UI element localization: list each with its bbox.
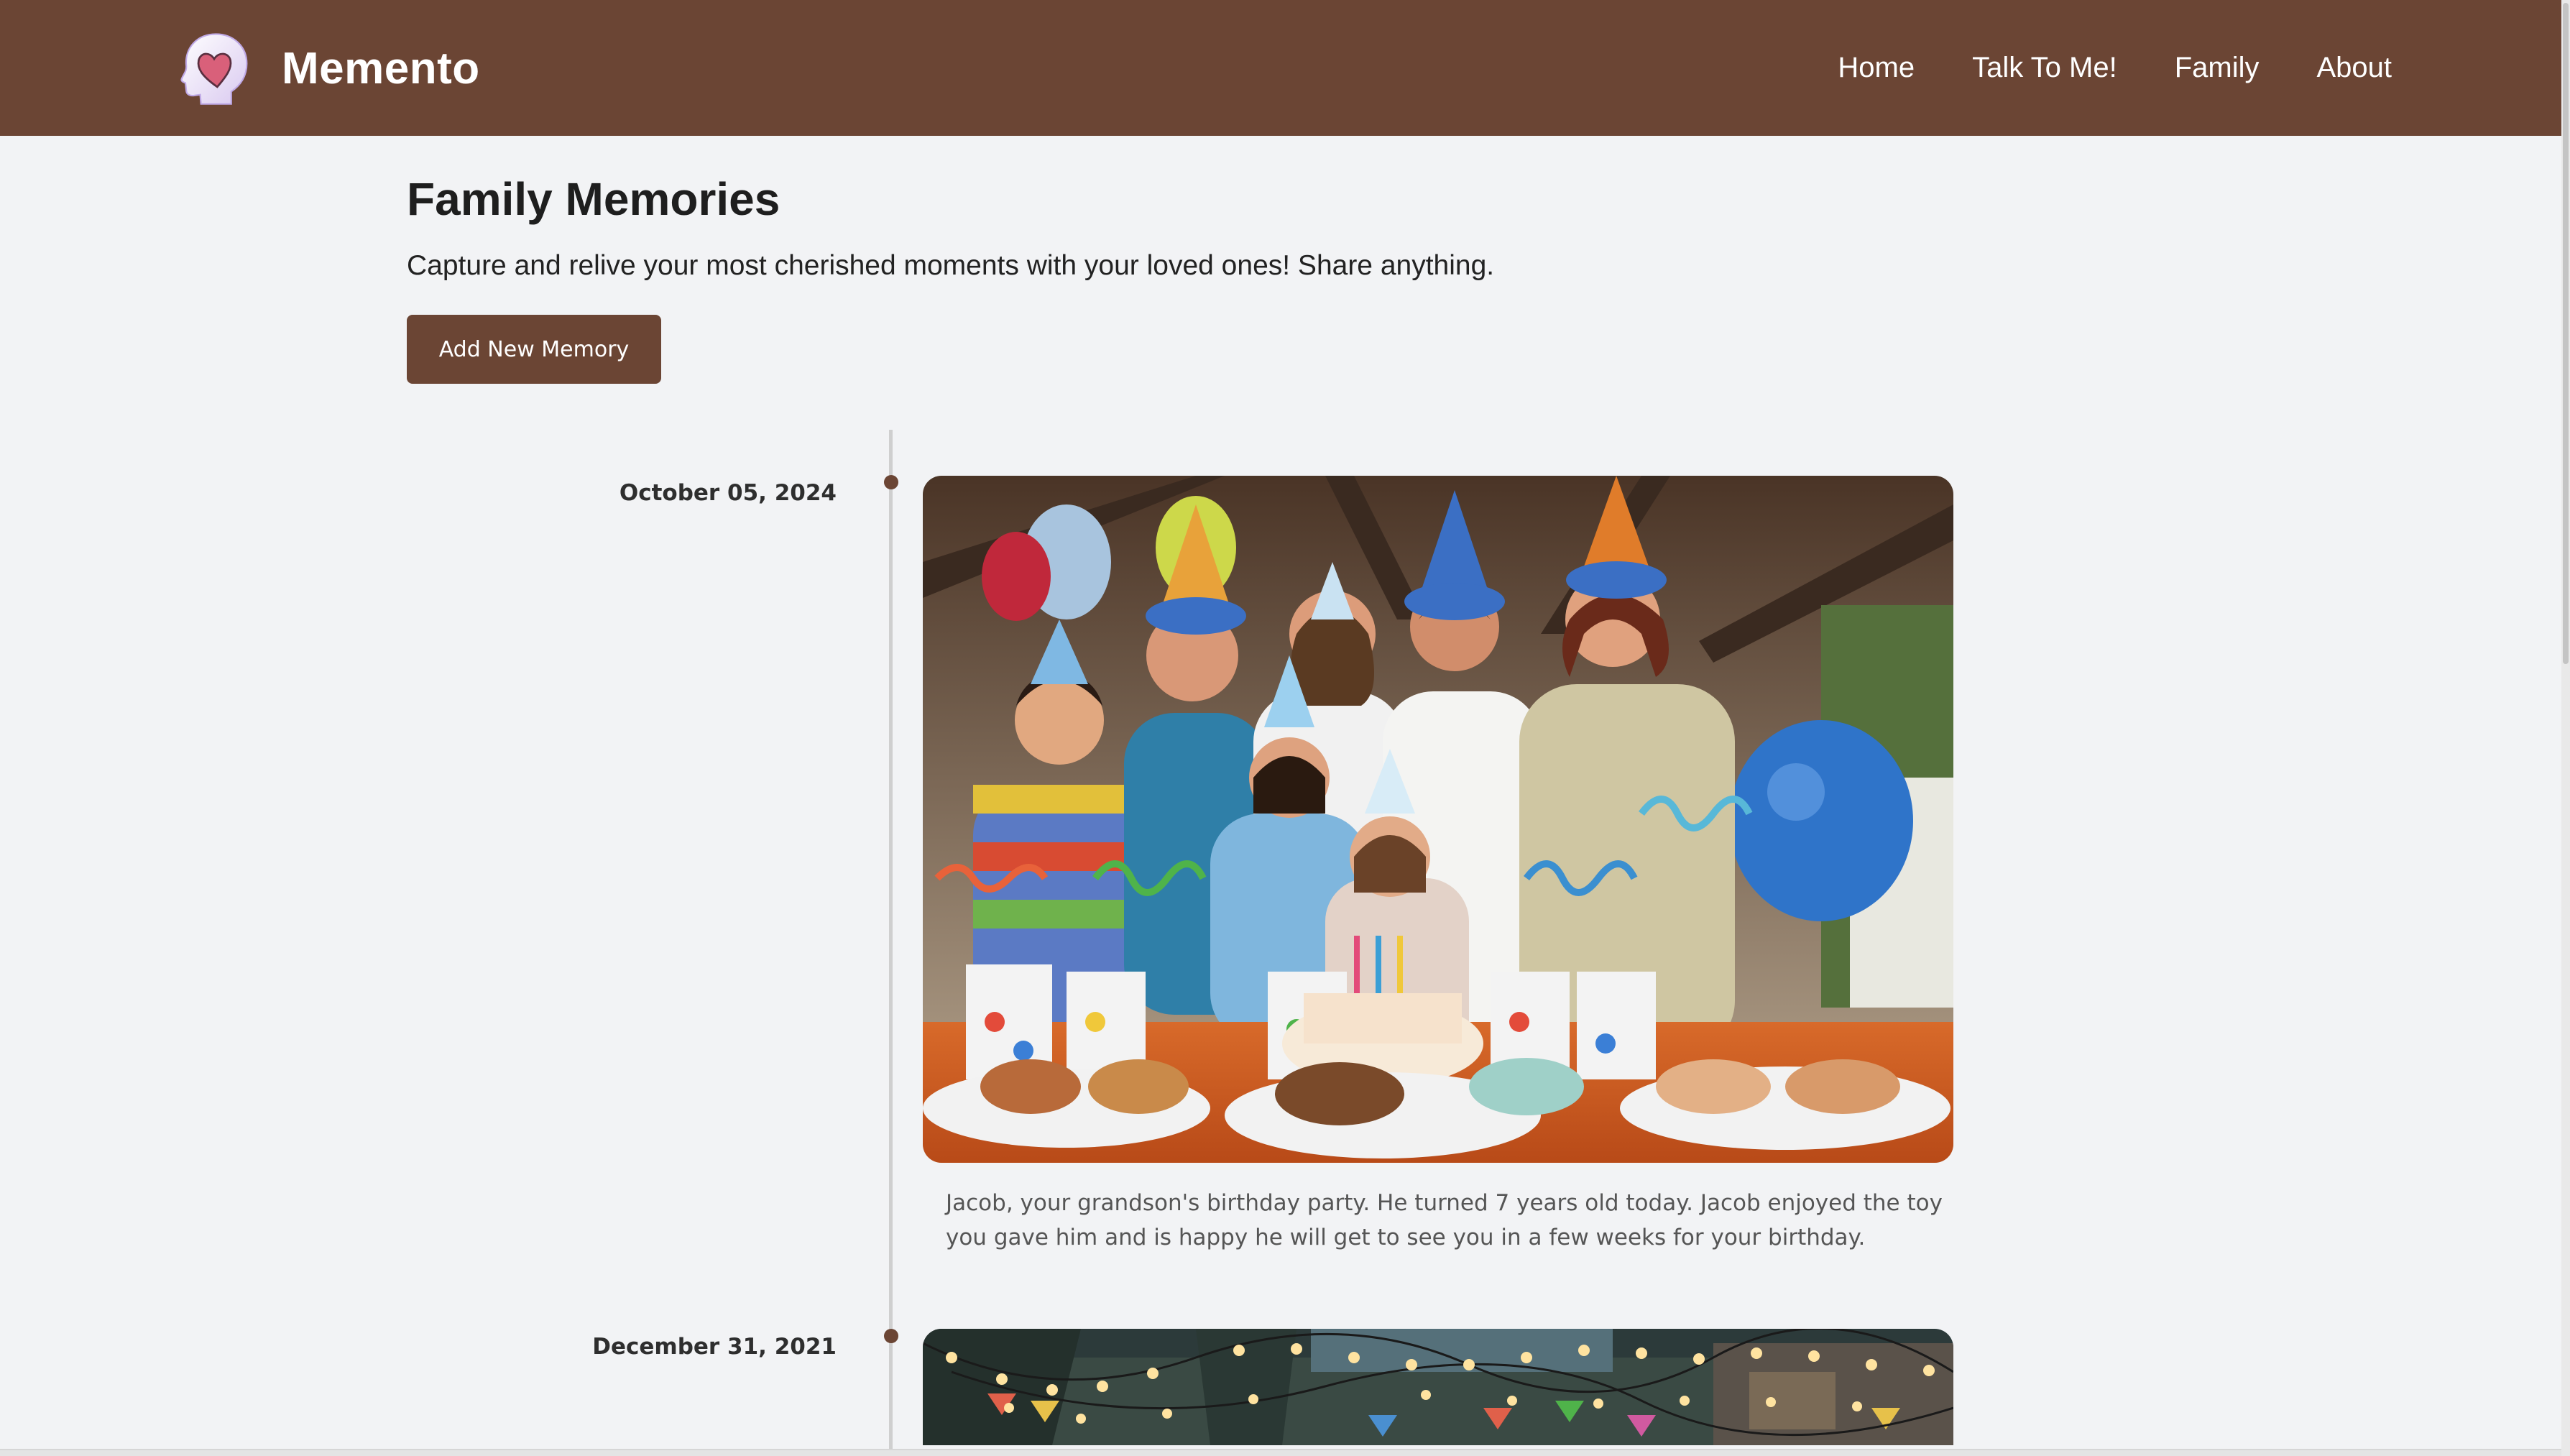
memory-date: December 31, 2021 [592,1334,837,1360]
page-subtitle: Capture and relive your most cherished m… [407,250,1495,281]
scrollbar[interactable] [2561,0,2570,1456]
nav-family[interactable]: Family [2175,52,2260,84]
nav-talk-to-me[interactable]: Talk To Me! [1972,52,2117,84]
head-heart-icon[interactable] [175,29,253,107]
memory-date: October 05, 2024 [619,480,837,506]
timeline-dot [884,1329,898,1343]
main-nav: Home Talk To Me! Family About [1838,0,2392,136]
timeline-dot [884,475,898,489]
bottom-edge [0,1449,2561,1456]
memory-photo-birthday[interactable] [923,476,1953,1163]
scrollbar-thumb[interactable] [2563,3,2569,664]
navbar: Memento Home Talk To Me! Family About [0,0,2561,136]
timeline-line [889,430,893,1450]
memory-caption: Jacob, your grandson's birthday party. H… [946,1190,1943,1250]
brand[interactable]: Memento [175,29,480,108]
memory-photo-string-lights[interactable] [923,1329,1953,1445]
nav-about[interactable]: About [2316,52,2392,84]
brand-name: Memento [282,43,480,93]
nav-home[interactable]: Home [1838,52,1915,84]
add-new-memory-button[interactable]: Add New Memory [407,315,661,384]
page-title: Family Memories [407,173,780,225]
